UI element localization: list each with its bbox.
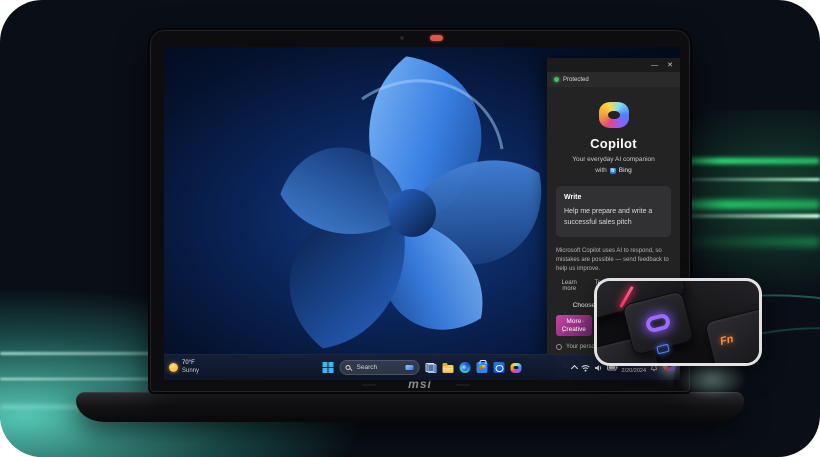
bing-icon: b bbox=[610, 168, 616, 174]
copilot-logo-icon bbox=[599, 102, 629, 128]
weather-condition: Sunny bbox=[182, 368, 199, 376]
learn-more-link[interactable]: Learn more bbox=[556, 280, 582, 292]
webcam-icon bbox=[400, 36, 404, 40]
style-button-line1: More bbox=[566, 318, 581, 327]
protected-status-bar: Protected bbox=[547, 72, 680, 87]
fn-key: Fn bbox=[704, 305, 762, 366]
search-input[interactable] bbox=[355, 363, 402, 372]
fn-key-label: Fn bbox=[719, 333, 735, 348]
task-view-button[interactable] bbox=[426, 363, 437, 373]
with-bing-row: with b Bing bbox=[595, 167, 632, 174]
keyboard-inset: Fn bbox=[594, 278, 762, 366]
copilot-title: Copilot bbox=[590, 136, 637, 151]
copilot-taskbar-icon[interactable] bbox=[511, 363, 522, 373]
search-highlights-icon bbox=[406, 365, 414, 370]
style-more-creative-button[interactable]: More Creative bbox=[556, 315, 592, 336]
ai-disclaimer: Microsoft Copilot uses AI to respond, so… bbox=[556, 247, 671, 274]
weather-widget[interactable]: 70°F Sunny bbox=[169, 355, 199, 380]
green-light-streak bbox=[672, 238, 820, 246]
edge-browser-icon[interactable] bbox=[460, 362, 471, 373]
wifi-icon[interactable] bbox=[581, 364, 590, 372]
privacy-shield-icon bbox=[556, 344, 562, 350]
chevron-up-icon[interactable] bbox=[570, 365, 577, 372]
suggestion-card-body: Help me prepare and write a successful s… bbox=[564, 207, 663, 229]
weather-temperature: 70°F bbox=[182, 360, 199, 368]
copilot-subtitle: Your everyday AI companion bbox=[572, 156, 655, 163]
speaker-icon[interactable] bbox=[594, 364, 603, 372]
hero-banner: msi bbox=[0, 0, 820, 457]
search-icon bbox=[346, 365, 351, 370]
webcam-shutter-switch bbox=[430, 35, 443, 41]
laptop-base bbox=[76, 392, 744, 422]
outlook-icon[interactable] bbox=[494, 362, 505, 373]
start-button[interactable] bbox=[323, 362, 334, 373]
protected-dot-icon bbox=[554, 77, 559, 82]
suggestion-card-heading: Write bbox=[564, 194, 663, 201]
microsoft-store-icon[interactable] bbox=[477, 362, 488, 373]
close-button[interactable]: ✕ bbox=[667, 62, 673, 69]
style-button-line2: Creative bbox=[562, 326, 586, 335]
blue-key-glyph-icon bbox=[656, 344, 670, 355]
sun-icon bbox=[169, 363, 178, 372]
taskbar-search-box[interactable] bbox=[340, 360, 420, 375]
bing-label: Bing bbox=[619, 167, 632, 174]
suggestion-card-write[interactable]: Write Help me prepare and write a succes… bbox=[556, 186, 671, 237]
taskbar-center-icons bbox=[323, 355, 522, 380]
copilot-panel-titlebar: — ✕ bbox=[547, 58, 680, 72]
minimize-button[interactable]: — bbox=[651, 62, 658, 69]
copilot-key-icon bbox=[644, 312, 671, 333]
with-label: with bbox=[595, 167, 607, 174]
file-explorer-icon[interactable] bbox=[443, 365, 454, 373]
protected-label: Protected bbox=[563, 77, 589, 83]
